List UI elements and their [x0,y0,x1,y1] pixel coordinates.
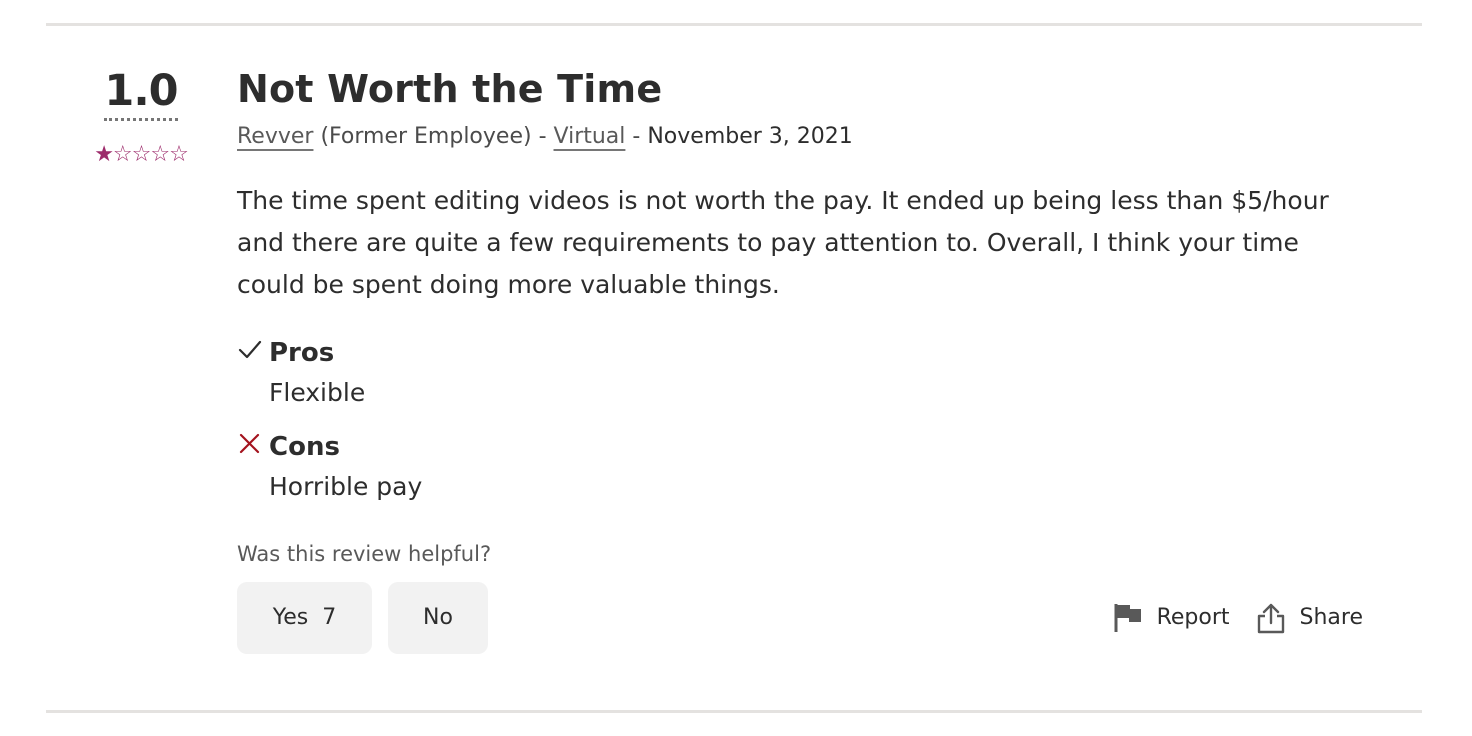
cons-text: Horrible pay [269,472,423,501]
overall-rating[interactable]: 1.0 [104,66,179,121]
review-date: November 3, 2021 [647,124,853,149]
yes-button[interactable]: Yes 7 [237,582,372,654]
pros-text: Flexible [269,378,366,407]
flag-icon [1114,604,1141,632]
rating-block: 1.0 ★☆☆☆☆ [86,66,196,166]
meta-separator: - [531,124,554,149]
cons-section: Cons Horrible pay [237,430,1417,504]
x-icon [239,433,260,454]
review-title: Not Worth the Time [237,67,663,111]
no-button[interactable]: No [388,582,488,654]
yes-label: Yes [272,605,309,630]
cons-heading: Cons [269,432,340,462]
review-body: The time spent editing videos is not wor… [237,186,1329,299]
pros-section: Pros Flexible [237,336,1417,410]
share-button[interactable]: Share [1256,602,1364,634]
report-label: Report [1156,605,1230,630]
employee-status: (Former Employee) [320,124,532,149]
pros-heading: Pros [269,338,335,368]
review-actions: Report Share [1113,602,1363,634]
star-rating: ★☆☆☆☆ [94,142,189,167]
review-card: Not Worth the Time Revver (Former Employ… [237,66,1417,654]
check-icon [238,340,262,359]
helpful-question: Was this review helpful? [237,542,492,566]
company-link[interactable]: Revver [237,124,313,149]
meta-separator: - [625,124,648,149]
share-label: Share [1299,605,1364,630]
review-meta: Revver (Former Employee) - Virtual - Nov… [237,122,1417,152]
yes-count: 7 [322,605,337,630]
top-divider [46,23,1422,26]
bottom-divider [46,710,1422,713]
feedback-row: Yes 7 No Report Share [237,582,1417,654]
share-icon [1257,603,1284,634]
location-link[interactable]: Virtual [554,124,626,149]
report-button[interactable]: Report [1113,602,1230,634]
